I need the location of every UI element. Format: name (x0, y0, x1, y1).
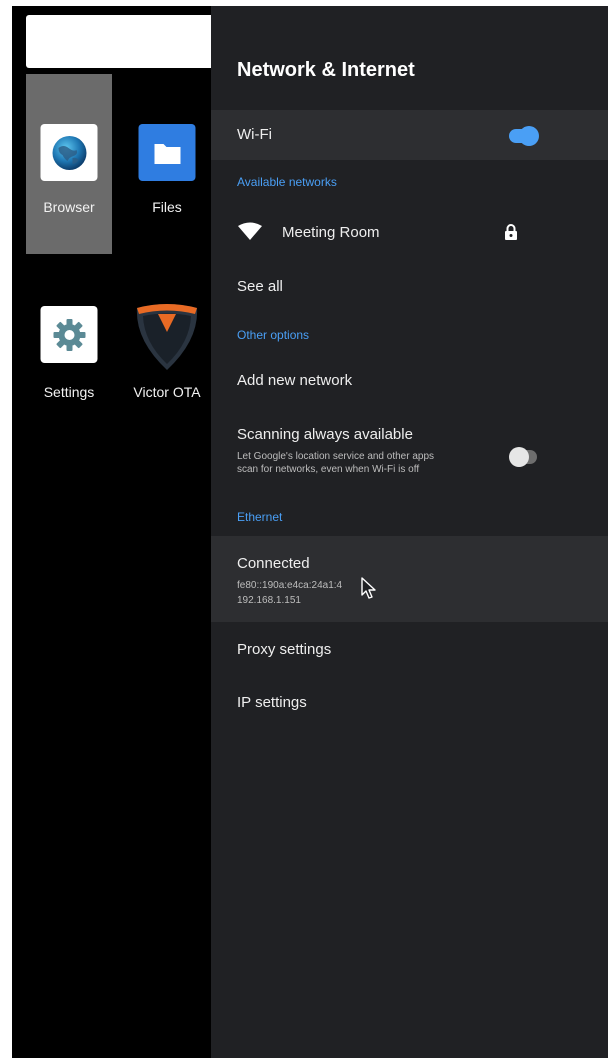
proxy-settings-label: Proxy settings (237, 641, 332, 658)
see-all-row[interactable]: See all (211, 268, 608, 304)
globe-icon (52, 135, 86, 170)
wifi-label: Wi-Fi (237, 126, 272, 143)
ethernet-ipv6: fe80::190a:e4ca:24a1:4 (237, 580, 343, 591)
ethernet-header: Ethernet (237, 510, 283, 524)
app-launcher: Browser Files Settings Victor OTA (12, 6, 212, 1058)
network-settings-panel: Network & Internet Wi-Fi Available netwo… (211, 6, 608, 1058)
other-options-header: Other options (237, 328, 310, 342)
mouse-cursor-icon (361, 577, 376, 599)
app-label-browser: Browser (43, 199, 95, 215)
add-network-label: Add new network (237, 372, 353, 389)
scanning-title: Scanning always available (237, 426, 413, 443)
ip-settings-label: IP settings (237, 694, 307, 711)
scanning-description-line2: scan for networks, even when Wi-Fi is of… (237, 464, 420, 475)
app-settings[interactable]: Settings (26, 256, 112, 436)
wifi-toggle-thumb (519, 126, 539, 146)
scanning-toggle-thumb (509, 447, 529, 467)
ip-settings-row[interactable]: IP settings (211, 689, 608, 725)
tv-screen: Browser Files Settings Victor OTA Networ… (12, 6, 608, 1058)
ethernet-status: Connected (237, 555, 310, 572)
wifi-icon (238, 222, 262, 240)
proxy-settings-row[interactable]: Proxy settings (211, 636, 608, 672)
ethernet-connected-row[interactable]: Connected fe80::190a:e4ca:24a1:4 192.168… (211, 536, 608, 622)
app-files[interactable]: Files (124, 74, 210, 254)
app-label-settings: Settings (43, 384, 95, 400)
files-app-icon (138, 124, 196, 181)
see-all-label: See all (237, 278, 283, 295)
page-title: Network & Internet (237, 59, 415, 81)
available-networks-header: Available networks (237, 175, 337, 189)
victor-ota-app-icon (134, 302, 200, 372)
add-network-row[interactable]: Add new network (211, 362, 608, 398)
folder-icon (154, 143, 180, 164)
settings-app-icon (40, 306, 98, 363)
scanning-description-line1: Let Google's location service and other … (237, 451, 435, 462)
scanning-row[interactable]: Scanning always available Let Google's l… (211, 418, 608, 488)
wifi-toggle-row[interactable]: Wi-Fi (211, 110, 608, 160)
gear-icon (53, 318, 85, 351)
app-label-files: Files (152, 199, 182, 215)
scanning-toggle[interactable] (509, 447, 537, 467)
browser-app-icon (40, 124, 98, 181)
shield-logo-icon (136, 304, 198, 370)
ethernet-ipv4: 192.168.1.151 (237, 595, 301, 606)
wifi-toggle[interactable] (509, 126, 539, 146)
app-browser[interactable]: Browser (26, 74, 112, 254)
app-victor-ota[interactable]: Victor OTA (124, 256, 210, 436)
network-item[interactable]: Meeting Room (211, 210, 608, 250)
search-bar[interactable] (26, 15, 212, 68)
network-name: Meeting Room (282, 224, 380, 241)
app-label-victor-ota: Victor OTA (133, 384, 201, 400)
lock-icon (505, 224, 517, 240)
